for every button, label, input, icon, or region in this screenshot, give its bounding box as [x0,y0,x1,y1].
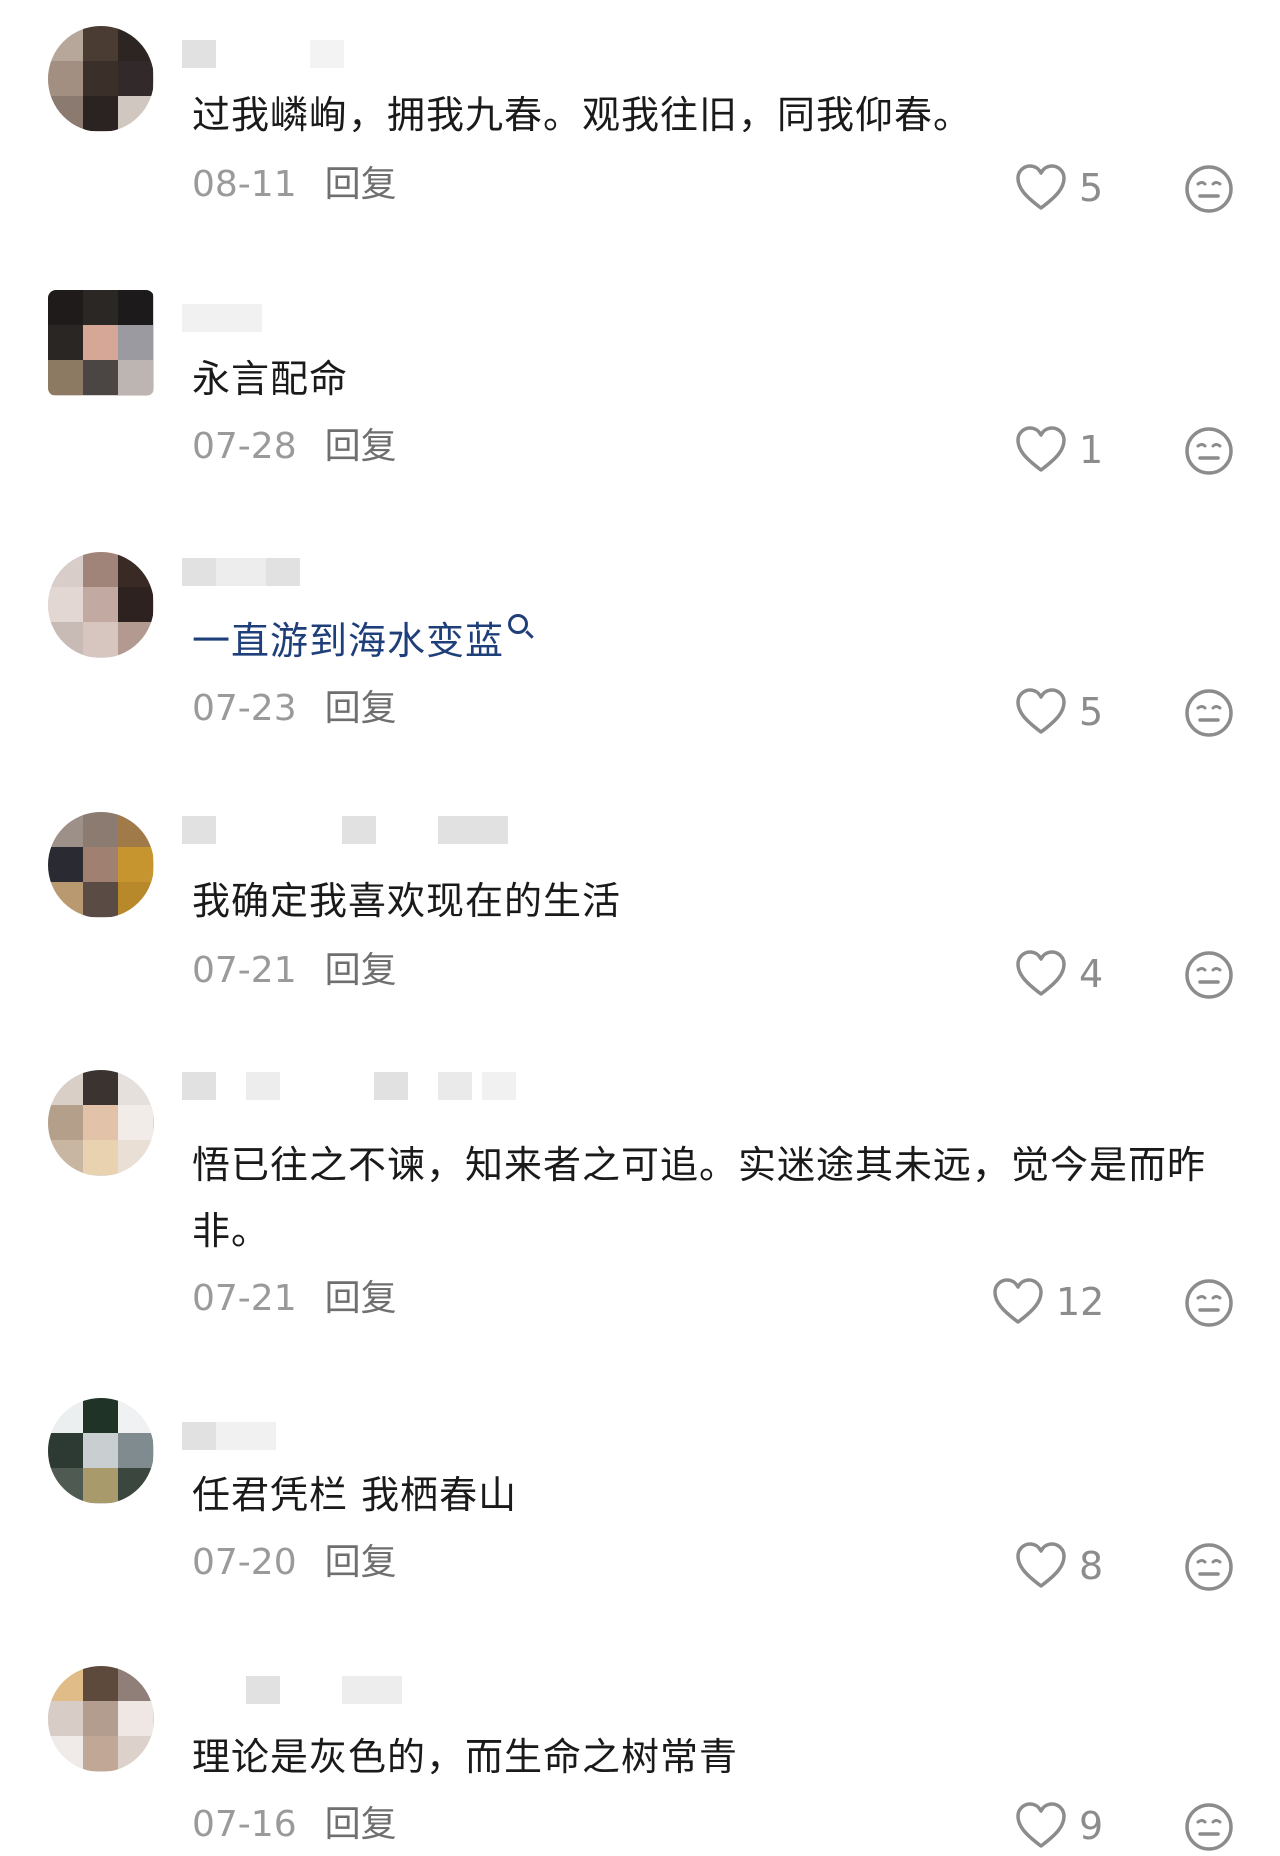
comment-meta: 07-16 回复 [192,1800,397,1850]
like-count: 12 [1056,1280,1105,1324]
reply-button[interactable]: 回复 [325,164,397,205]
avatar[interactable] [48,1398,154,1504]
like-count: 5 [1079,166,1104,210]
username-redacted [182,1072,602,1106]
like-count: 1 [1079,428,1104,472]
like-button[interactable]: 1 [1015,422,1103,478]
reply-button[interactable]: 回复 [325,950,397,991]
heart-outline-icon [1016,950,1066,996]
reply-button[interactable]: 回复 [325,688,397,729]
like-button[interactable]: 5 [1015,160,1103,216]
heart-outline-icon [1016,426,1066,472]
search-icon [508,614,529,634]
comment-meta: 08-11 回复 [192,160,397,210]
heart-outline-icon [1016,688,1066,734]
meh-face-icon[interactable] [1184,426,1234,476]
comment-date: 07-21 [192,1278,297,1319]
username-redacted [182,1422,602,1456]
meh-face-icon[interactable] [1184,164,1234,214]
meh-face-icon[interactable] [1184,950,1234,1000]
heart-outline-icon [1016,164,1066,210]
like-button[interactable]: 5 [1015,684,1103,740]
comment-text: 我确定我喜欢现在的生活 [192,879,622,923]
username-redacted [182,304,602,338]
comment-text: 任君凭栏 我栖春山 [192,1473,518,1517]
reply-button[interactable]: 回复 [325,1542,397,1583]
comment-meta: 07-21 回复 [192,1274,397,1324]
heart-outline-icon [1016,1542,1066,1588]
reply-button[interactable]: 回复 [325,1804,397,1845]
comment-date: 07-21 [192,950,297,991]
comment-date: 07-23 [192,688,297,729]
like-button[interactable]: 12 [992,1274,1104,1330]
avatar[interactable] [48,552,154,658]
comment-meta: 07-28 回复 [192,422,397,472]
meh-face-icon[interactable] [1184,1278,1234,1328]
username-redacted [182,816,602,850]
heart-outline-icon [993,1278,1043,1324]
avatar[interactable] [48,290,154,396]
comment-date: 07-16 [192,1804,297,1845]
comment-date: 07-28 [192,426,297,467]
reply-button[interactable]: 回复 [325,1278,397,1319]
avatar[interactable] [48,1070,154,1176]
meh-face-icon[interactable] [1184,1542,1234,1592]
like-button[interactable]: 8 [1015,1538,1103,1594]
comment-meta: 07-21 回复 [192,946,397,996]
comment-text: 悟已往之不谏，知来者之可追。实迷途其未远，觉今是而昨非。 [192,1143,1207,1253]
comment-feed: 过我嶙峋，拥我九春。观我往旧，同我仰春。 08-11 回复 5 永言配命 07-2… [0,0,1280,1856]
heart-outline-icon [1016,1802,1066,1848]
username-redacted [182,1676,602,1710]
meh-face-icon[interactable] [1184,688,1234,738]
comment-meta: 07-20 回复 [192,1538,397,1588]
avatar[interactable] [48,1666,154,1772]
avatar[interactable] [48,26,154,132]
comment-text: 理论是灰色的，而生命之树常青 [192,1735,739,1779]
comment-meta: 07-23 回复 [192,684,397,734]
like-count: 9 [1079,1804,1104,1848]
like-button[interactable]: 4 [1015,946,1103,1002]
comment-date: 07-20 [192,1542,297,1583]
like-count: 8 [1079,1544,1104,1588]
meh-face-icon[interactable] [1184,1802,1234,1852]
search-link-label: 一直游到海水变蓝 [192,619,505,663]
like-count: 4 [1079,952,1104,996]
comment-text: 永言配命 [192,357,349,401]
like-count: 5 [1079,690,1104,734]
comment-text: 过我嶙峋，拥我九春。观我往旧，同我仰春。 [192,93,973,137]
comment-text-search-link[interactable]: 一直游到海水变蓝 [192,608,1242,674]
reply-button[interactable]: 回复 [325,426,397,467]
like-button[interactable]: 9 [1015,1798,1103,1854]
username-redacted [182,40,602,74]
username-redacted [182,558,602,592]
comment-date: 08-11 [192,164,297,205]
avatar[interactable] [48,812,154,918]
